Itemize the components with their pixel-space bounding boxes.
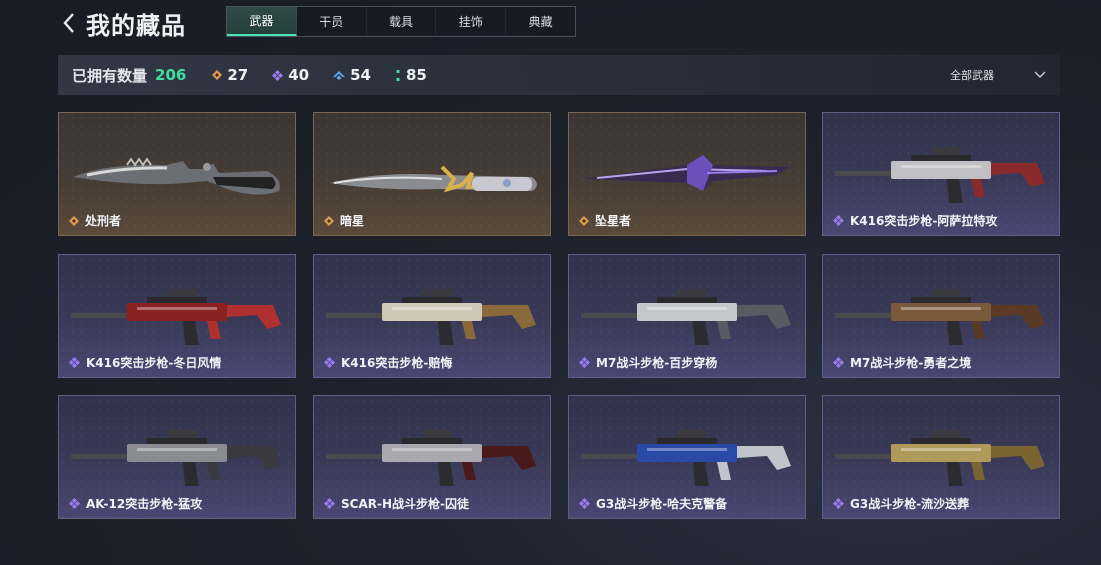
weapon-filter-dropdown[interactable]: 全部武器 xyxy=(950,55,1046,95)
chevron-down-icon xyxy=(1034,71,1046,78)
owned-label: 已拥有数量 xyxy=(72,66,148,85)
item-name: K416突击步枪-赔悔 xyxy=(324,354,452,371)
weapon-image xyxy=(835,289,1045,345)
purple-diamond-icon xyxy=(833,215,844,226)
purple-diamond-icon xyxy=(579,357,590,368)
orange-diamond-icon xyxy=(579,215,589,226)
purple-diamond-icon xyxy=(833,357,844,368)
purple-diamond-icon xyxy=(69,498,80,509)
tab-weapons[interactable]: 武器 xyxy=(227,7,297,36)
weapon-image xyxy=(71,289,281,345)
item-name-text: K416突击步枪-赔悔 xyxy=(341,356,453,370)
purple-rarity-stat: 40 xyxy=(272,66,309,84)
item-name-text: AK-12突击步枪-猛攻 xyxy=(86,497,203,511)
collection-card[interactable]: 暗星 xyxy=(313,112,551,236)
weapon-image xyxy=(326,430,536,486)
collection-card[interactable]: K416突击步枪-冬日风情 xyxy=(58,254,296,378)
weapon-image xyxy=(330,165,537,193)
item-name: G3战斗步枪-哈夫克警备 xyxy=(579,495,727,512)
orange-diamond-icon xyxy=(324,215,334,226)
blue-chevron-icon xyxy=(333,70,346,80)
weapon-image xyxy=(73,157,280,195)
item-name-text: M7战斗步枪-勇者之境 xyxy=(850,356,972,370)
item-name: 处刑者 xyxy=(69,212,121,229)
purple-diamond-icon xyxy=(579,498,590,509)
back-arrow-icon[interactable] xyxy=(58,8,80,38)
item-name: 坠星者 xyxy=(579,212,631,229)
tab-vehicles[interactable]: 载具 xyxy=(367,7,437,36)
collection-card[interactable]: G3战斗步枪-哈夫克警备 xyxy=(568,395,806,519)
orange-diamond-icon xyxy=(212,70,223,80)
orange-rarity-stat: 27 xyxy=(212,66,248,84)
blue-rarity-stat: 54 xyxy=(333,66,371,84)
purple-diamond-icon xyxy=(833,498,844,509)
purple-diamond-icon xyxy=(272,69,284,81)
collection-card[interactable]: SCAR-H战斗步枪-囚徒 xyxy=(313,395,551,519)
weapon-image xyxy=(583,155,789,191)
collection-card[interactable]: 处刑者 xyxy=(58,112,296,236)
item-name-text: G3战斗步枪-哈夫克警备 xyxy=(596,497,728,511)
ownership-stats-bar: 已拥有数量 206 27 40 54 85 全部武器 xyxy=(58,55,1060,95)
weapon-image xyxy=(326,289,536,345)
item-name-text: K416突击步枪-阿萨拉特攻 xyxy=(850,214,998,228)
orange-diamond-icon xyxy=(69,215,79,226)
item-name: K416突击步枪-阿萨拉特攻 xyxy=(833,212,997,229)
item-name: K416突击步枪-冬日风情 xyxy=(69,354,221,371)
weapon-image xyxy=(835,430,1045,486)
purple-count: 40 xyxy=(288,66,310,84)
weapon-image xyxy=(835,147,1045,203)
purple-diamond-icon xyxy=(324,498,335,509)
item-name: SCAR-H战斗步枪-囚徒 xyxy=(324,495,469,512)
collection-card[interactable]: M7战斗步枪-勇者之境 xyxy=(822,254,1060,378)
tab-collection[interactable]: 典藏 xyxy=(506,7,575,36)
item-name: M7战斗步枪-勇者之境 xyxy=(833,354,971,371)
weapon-image xyxy=(71,430,281,486)
owned-count: 206 xyxy=(155,66,187,84)
item-name-text: G3战斗步枪-流沙送葬 xyxy=(850,497,970,511)
green-dots-icon xyxy=(396,69,400,81)
collection-card[interactable]: AK-12突击步枪-猛攻 xyxy=(58,395,296,519)
green-count: 85 xyxy=(405,66,427,84)
green-rarity-stat: 85 xyxy=(395,66,427,84)
item-name-text: SCAR-H战斗步枪-囚徒 xyxy=(341,497,469,511)
collection-card[interactable]: 坠星者 xyxy=(568,112,806,236)
purple-diamond-icon xyxy=(324,357,335,368)
item-name: 暗星 xyxy=(324,212,364,229)
collection-card[interactable]: K416突击步枪-阿萨拉特攻 xyxy=(822,112,1060,236)
collection-card[interactable]: G3战斗步枪-流沙送葬 xyxy=(822,395,1060,519)
page-title: 我的藏品 xyxy=(86,11,186,40)
blue-count: 54 xyxy=(350,66,371,84)
item-name: AK-12突击步枪-猛攻 xyxy=(69,495,202,512)
item-name-text: 处刑者 xyxy=(85,214,122,228)
top-bar: 我的藏品 xyxy=(58,5,186,41)
purple-diamond-icon xyxy=(69,357,80,368)
item-name-text: M7战斗步枪-百步穿杨 xyxy=(596,356,718,370)
weapon-image xyxy=(581,289,791,345)
tab-operators[interactable]: 干员 xyxy=(297,7,367,36)
item-name-text: 暗星 xyxy=(340,214,365,228)
collection-card[interactable]: M7战斗步枪-百步穿杨 xyxy=(568,254,806,378)
category-tabs: 武器 干员 载具 挂饰 典藏 xyxy=(226,6,576,37)
item-name-text: K416突击步枪-冬日风情 xyxy=(86,356,222,370)
weapon-image xyxy=(581,430,791,486)
collection-card[interactable]: K416突击步枪-赔悔 xyxy=(313,254,551,378)
orange-count: 27 xyxy=(227,66,249,84)
item-name-text: 坠星者 xyxy=(595,214,632,228)
tab-charms[interactable]: 挂饰 xyxy=(436,7,507,36)
item-name: M7战斗步枪-百步穿杨 xyxy=(579,354,717,371)
filter-label: 全部武器 xyxy=(950,69,994,82)
item-name: G3战斗步枪-流沙送葬 xyxy=(833,495,969,512)
